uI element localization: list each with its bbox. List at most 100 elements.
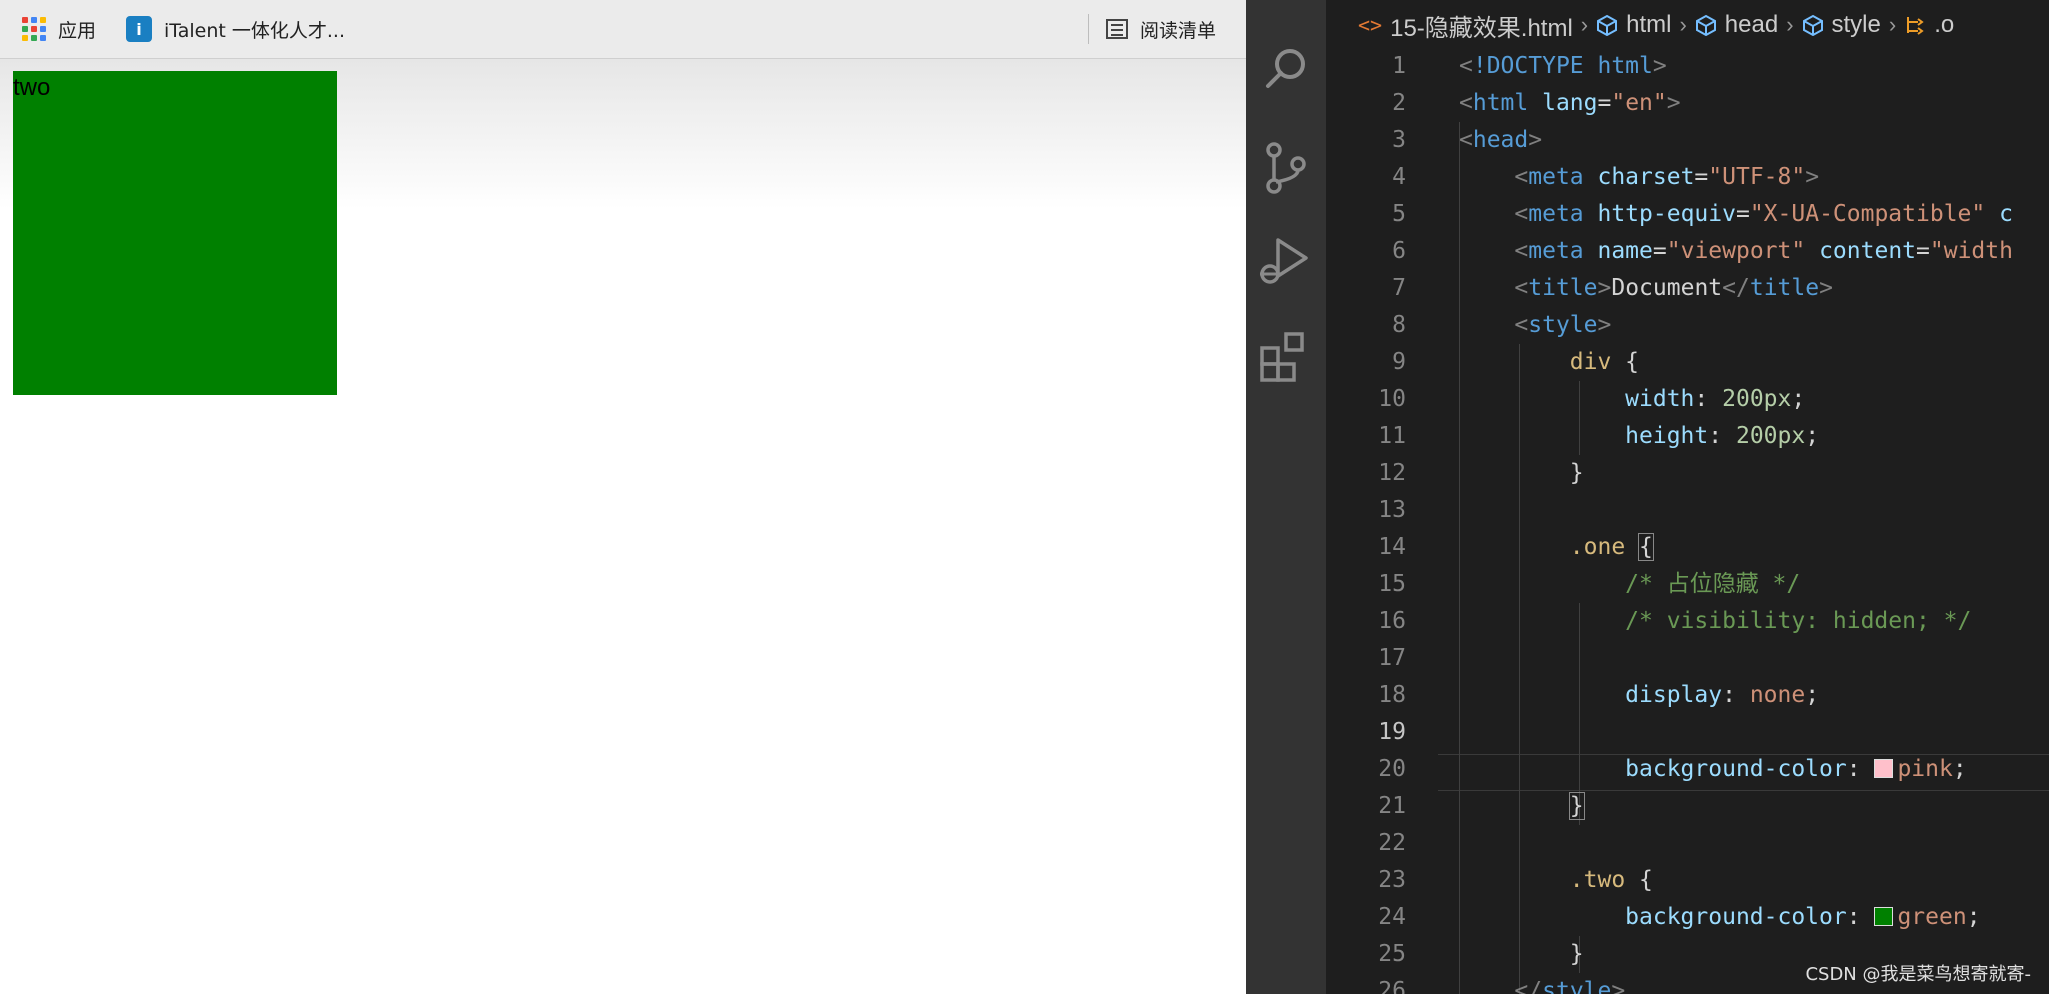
bookmark-italent-label: iTalent 一体化人才... <box>164 19 346 42</box>
code-token: = <box>1694 164 1709 190</box>
code-token: : <box>1846 756 1875 782</box>
breadcrumb-selector[interactable]: .o <box>1904 11 1954 39</box>
code-token: = <box>1916 238 1930 264</box>
color-swatch-icon[interactable] <box>1874 759 1894 778</box>
code-text: } <box>1459 936 1584 973</box>
code-token: } <box>1459 460 1584 486</box>
extensions-icon[interactable] <box>1256 326 1316 386</box>
activity-bar <box>1246 0 1326 994</box>
code-line[interactable]: 3 <head> <box>1326 122 2049 159</box>
line-number: 13 <box>1378 497 1406 523</box>
chevron-right-icon: › <box>1888 12 1897 37</box>
code-line[interactable]: 1 <!DOCTYPE html> <box>1326 48 2049 85</box>
bookmark-italent[interactable]: i iTalent 一体化人才... <box>126 0 345 58</box>
run-debug-icon[interactable] <box>1256 232 1316 292</box>
line-number: 3 <box>1392 127 1406 153</box>
breadcrumb-file[interactable]: <> 15-隐藏效果.html <box>1358 8 1573 43</box>
code-token: ; <box>1966 904 1981 930</box>
code-token: < <box>1459 53 1473 79</box>
breadcrumb-head[interactable]: head <box>1695 11 1778 39</box>
code-line[interactable]: 20 background-color: pink; <box>1326 751 2049 788</box>
code-text: .one { <box>1459 529 1654 566</box>
html-file-icon: <> <box>1358 13 1383 37</box>
code-line[interactable]: 2 <html lang="en"> <box>1326 85 2049 122</box>
code-token: /* visibility: hidden; */ <box>1625 608 1972 634</box>
code-token: > <box>1597 312 1612 338</box>
code-text: /* visibility: hidden; */ <box>1459 603 1971 640</box>
breadcrumb-html-label: html <box>1626 11 1672 38</box>
code-line[interactable]: 22 <box>1326 825 2049 862</box>
line-number: 5 <box>1392 201 1406 227</box>
code-line[interactable]: 15 /* 占位隐藏 */ <box>1326 566 2049 603</box>
code-token: > <box>1666 90 1681 116</box>
breadcrumb-head-label: head <box>1724 11 1779 38</box>
search-icon[interactable] <box>1256 40 1316 100</box>
code-token: < <box>1514 201 1529 227</box>
code-line[interactable]: 14 .one { <box>1326 529 2049 566</box>
cube-icon <box>1802 14 1823 36</box>
bookmark-apps[interactable]: 应用 <box>22 0 96 58</box>
reading-list-button[interactable]: 阅读清单 <box>1106 0 1216 58</box>
line-number: 22 <box>1378 830 1406 856</box>
code-line[interactable]: 18 display: none; <box>1326 677 2049 714</box>
italent-logo-icon: i <box>126 16 152 42</box>
code-token: 200px <box>1722 386 1792 412</box>
code-editor: <> 15-隐藏效果.html › html › head › style › … <box>1246 0 2049 994</box>
code-line[interactable]: 21 } <box>1326 788 2049 825</box>
code-line[interactable]: 13 <box>1326 492 2049 529</box>
code-line[interactable]: 24 background-color: green; <box>1326 899 2049 936</box>
browser-window: 应用 i iTalent 一体化人才... 阅读清单 two <box>0 0 1246 994</box>
code-token: : <box>1694 386 1723 412</box>
code-line[interactable]: 11 height: 200px; <box>1326 418 2049 455</box>
line-number: 19 <box>1378 719 1406 745</box>
code-token: < <box>1514 275 1529 301</box>
line-number: 10 <box>1378 386 1406 412</box>
code-line[interactable]: 19 <box>1326 714 2049 751</box>
chevron-right-icon: › <box>1580 12 1589 37</box>
color-swatch-icon[interactable] <box>1874 907 1894 926</box>
code-text: <title>Document</title> <box>1459 270 1833 307</box>
code-line[interactable]: 4 <meta charset="UTF-8"> <box>1326 159 2049 196</box>
code-line[interactable]: 5 <meta http-equiv="X-UA-Compatible" c <box>1326 196 2049 233</box>
code-line[interactable]: 17 <box>1326 640 2049 677</box>
code-line[interactable]: 23 .two { <box>1326 862 2049 899</box>
code-token: background-color <box>1625 904 1847 930</box>
code-text: <head> <box>1459 122 1542 159</box>
line-number: 2 <box>1392 90 1406 116</box>
code-token: > <box>1805 164 1820 190</box>
code-line[interactable]: 7 <title>Document</title> <box>1326 270 2049 307</box>
code-token: html <box>1472 90 1529 116</box>
code-text: <meta name="viewport" content="width <box>1459 233 2013 270</box>
code-line[interactable]: 8 <style> <box>1326 307 2049 344</box>
code-line[interactable]: 12 } <box>1326 455 2049 492</box>
bookmarks-bar: 应用 i iTalent 一体化人才... 阅读清单 <box>0 0 1246 59</box>
code-token: meta <box>1528 238 1584 264</box>
code-token: ; <box>1805 423 1820 449</box>
selector-icon <box>1907 17 1924 35</box>
breadcrumb-html[interactable]: html <box>1596 11 1671 39</box>
code-line[interactable]: 6 <meta name="viewport" content="width <box>1326 233 2049 270</box>
code-token: none <box>1749 682 1806 708</box>
two-div-text: two <box>13 74 51 101</box>
code-token: "UTF-8" <box>1708 164 1806 190</box>
code-token: "X-UA-Compatible" <box>1749 201 1986 227</box>
line-number: 8 <box>1392 312 1406 338</box>
code-line[interactable]: 16 /* visibility: hidden; */ <box>1326 603 2049 640</box>
line-number: 23 <box>1378 867 1406 893</box>
code-text: </style> <box>1459 973 1625 994</box>
code-token: lang <box>1528 90 1598 116</box>
line-number: 20 <box>1378 756 1406 782</box>
code-area[interactable]: 1 <!DOCTYPE html> 2 <html lang="en"> 3 <head>… <box>1326 48 2049 994</box>
code-text: .two { <box>1459 862 1653 899</box>
code-line[interactable]: 9 div { <box>1326 344 2049 381</box>
code-line[interactable]: 10 width: 200px; <box>1326 381 2049 418</box>
source-control-icon[interactable] <box>1256 138 1316 198</box>
breadcrumb-style[interactable]: style <box>1802 11 1881 39</box>
